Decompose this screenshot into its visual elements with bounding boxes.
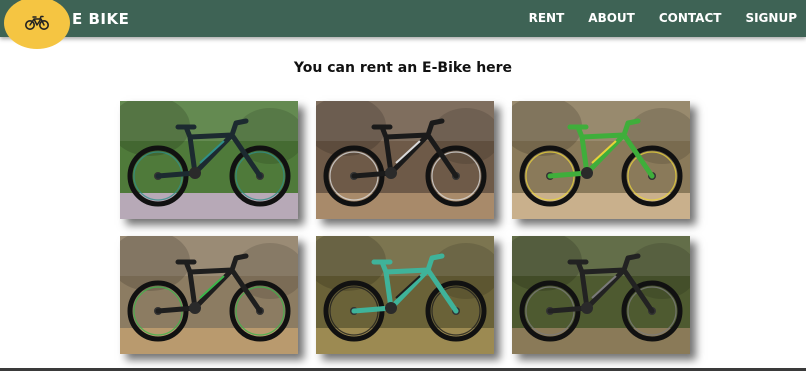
green-yellow-mountain-bike-photo bbox=[512, 101, 690, 219]
nav-rent-link[interactable]: RENT bbox=[529, 11, 565, 25]
nav-contact-link[interactable]: CONTACT bbox=[659, 11, 722, 25]
bicycle-icon bbox=[25, 15, 49, 30]
black-teal-mountain-bike-photo bbox=[120, 101, 298, 219]
bike-card-5[interactable] bbox=[316, 236, 494, 354]
brand-name[interactable]: E BIKE bbox=[72, 10, 129, 28]
bike-card-3[interactable] bbox=[512, 101, 690, 219]
top-navbar: E BIKE RENT ABOUT CONTACT SIGNUP bbox=[0, 0, 806, 49]
page-heading: You can rent an E-Bike here bbox=[293, 60, 513, 76]
bike-card-2[interactable] bbox=[316, 101, 494, 219]
bike-card-1[interactable] bbox=[120, 101, 298, 219]
black-white-mountain-bike-photo bbox=[316, 101, 494, 219]
nav-menu: RENT ABOUT CONTACT SIGNUP bbox=[529, 11, 797, 25]
nav-about-link[interactable]: ABOUT bbox=[588, 11, 635, 25]
bike-card-6[interactable] bbox=[512, 236, 690, 354]
black-grey-mountain-bike-photo bbox=[512, 236, 690, 354]
black-green-mountain-bike-photo bbox=[120, 236, 298, 354]
nav-signup-link[interactable]: SIGNUP bbox=[745, 11, 797, 25]
logo-badge[interactable] bbox=[4, 0, 70, 49]
bike-gallery bbox=[120, 101, 690, 354]
turquoise-mountain-bike-photo bbox=[316, 236, 494, 354]
bike-card-4[interactable] bbox=[120, 236, 298, 354]
